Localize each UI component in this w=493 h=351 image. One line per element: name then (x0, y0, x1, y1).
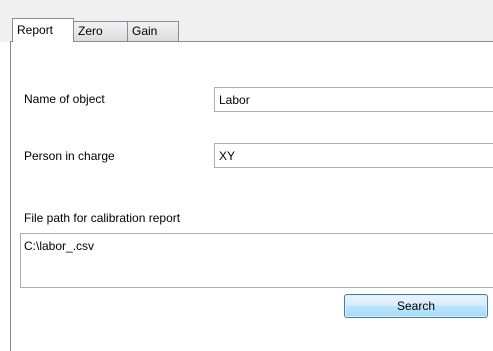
person-in-charge-label: Person in charge (24, 149, 115, 163)
object-name-label: Name of object (24, 92, 105, 106)
tab-zero[interactable]: Zero (73, 21, 128, 41)
tab-zero-label: Zero (78, 24, 103, 38)
tab-gain-label: Gain (132, 24, 158, 38)
tab-gain[interactable]: Gain (127, 21, 179, 41)
tab-report-label: Report (17, 23, 54, 37)
tab-report[interactable]: Report (12, 18, 74, 42)
search-button[interactable]: Search (344, 294, 488, 318)
file-path-field[interactable]: C:\labor_.csv (20, 233, 493, 288)
person-in-charge-field[interactable] (214, 143, 493, 168)
file-path-label: File path for calibration report (24, 211, 181, 225)
object-name-field[interactable] (214, 87, 493, 112)
